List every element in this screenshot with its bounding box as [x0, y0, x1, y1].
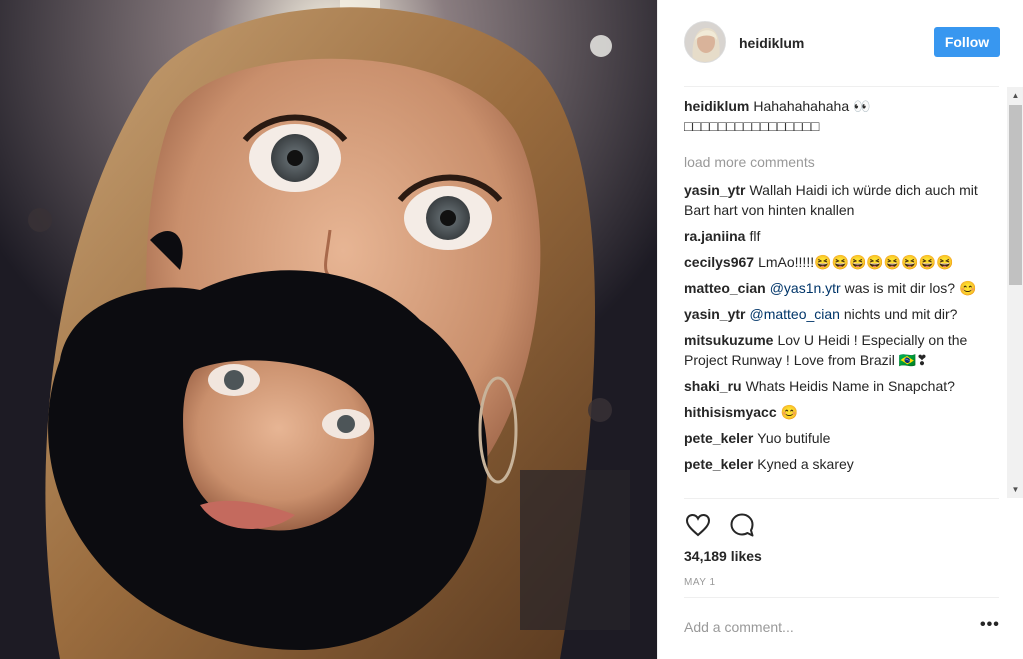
caption: heidiklum Hahahahahaha 👀□□□□□□□□□□□□□□□□: [684, 96, 1000, 136]
comment: matteo_cian @yas1n.ytr was is mit dir los…: [684, 278, 1000, 298]
caption-username[interactable]: heidiklum: [684, 98, 749, 114]
comments-list[interactable]: heidiklum Hahahahahaha 👀□□□□□□□□□□□□□□□□ …: [684, 96, 1000, 498]
comment: mitsukuzume Lov U Heidi ! Especially on t…: [684, 330, 1000, 370]
comment: yasin_ytr Wallah Haidi ich würde dich auc…: [684, 180, 1000, 220]
likes-count[interactable]: 34,189 likes: [684, 548, 762, 564]
follow-button[interactable]: Follow: [934, 27, 1000, 57]
more-options-icon[interactable]: •••: [980, 616, 1000, 634]
comment-username[interactable]: ra.janiina: [684, 228, 745, 244]
comment-text: nichts und mit dir?: [839, 306, 958, 322]
post-photo[interactable]: [0, 0, 657, 659]
add-comment-input[interactable]: [684, 612, 964, 642]
comment-username[interactable]: matteo_cian: [684, 280, 766, 296]
post-image: [0, 0, 657, 659]
comment-text: flf: [749, 228, 761, 244]
scroll-down-arrow-icon[interactable]: ▼: [1007, 481, 1023, 498]
comment-text: Whats Heidis Name in Snapchat?: [745, 378, 955, 394]
comment-text: 😊: [780, 404, 799, 420]
username[interactable]: heidiklum: [739, 35, 804, 51]
comment-username[interactable]: hithisismyacc: [684, 404, 777, 420]
comment-username[interactable]: mitsukuzume: [684, 332, 773, 348]
comment: cecilys967 LmAo!!!!!😆😆😆😆😆😆😆😆: [684, 252, 1000, 272]
divider: [684, 498, 999, 499]
comment-username[interactable]: shaki_ru: [684, 378, 742, 394]
comment-username[interactable]: yasin_ytr: [684, 182, 745, 198]
action-bar: [684, 511, 756, 541]
comment-text: LmAo!!!!!😆😆😆😆😆😆😆😆: [758, 254, 954, 270]
comment-username[interactable]: pete_keler: [684, 430, 753, 446]
comment-mention[interactable]: @yas1n.ytr: [770, 280, 841, 296]
comment-mention[interactable]: @matteo_cian: [749, 306, 839, 322]
comment: hithisismyacc 😊: [684, 402, 1000, 422]
avatar[interactable]: [684, 21, 726, 63]
comments-scrollbar[interactable]: ▲ ▼: [1007, 87, 1023, 498]
comment-username[interactable]: cecilys967: [684, 254, 754, 270]
comment: yasin_ytr @matteo_cian nichts und mit dir…: [684, 304, 1000, 324]
comment: ra.janiina flf: [684, 226, 1000, 246]
avatar-image: [685, 22, 725, 62]
heart-icon[interactable]: [684, 511, 712, 539]
post-panel: heidiklum Follow heidiklum Hahahahahaha 👀…: [657, 0, 1023, 659]
scrollbar-thumb[interactable]: [1009, 105, 1022, 285]
scroll-up-arrow-icon[interactable]: ▲: [1007, 87, 1023, 104]
comment-username[interactable]: yasin_ytr: [684, 306, 745, 322]
comment-text: was is mit dir los? 😊: [840, 280, 977, 296]
divider: [684, 86, 999, 87]
comment-username[interactable]: pete_keler: [684, 456, 753, 472]
comment-bubble-icon[interactable]: [728, 511, 756, 539]
comment-text: Yuo butifule: [757, 430, 831, 446]
comment-text: Kyned a skarey: [757, 456, 854, 472]
comment: pete_keler Yuo butifule: [684, 428, 1000, 448]
comment: shaki_ru Whats Heidis Name in Snapchat?: [684, 376, 1000, 396]
comment: pete_keler Kyned a skarey: [684, 454, 1000, 474]
divider: [684, 597, 999, 598]
post-date[interactable]: MAY 1: [684, 577, 716, 588]
post-header: heidiklum Follow: [658, 0, 1023, 86]
load-more-comments[interactable]: load more comments: [684, 152, 1000, 172]
